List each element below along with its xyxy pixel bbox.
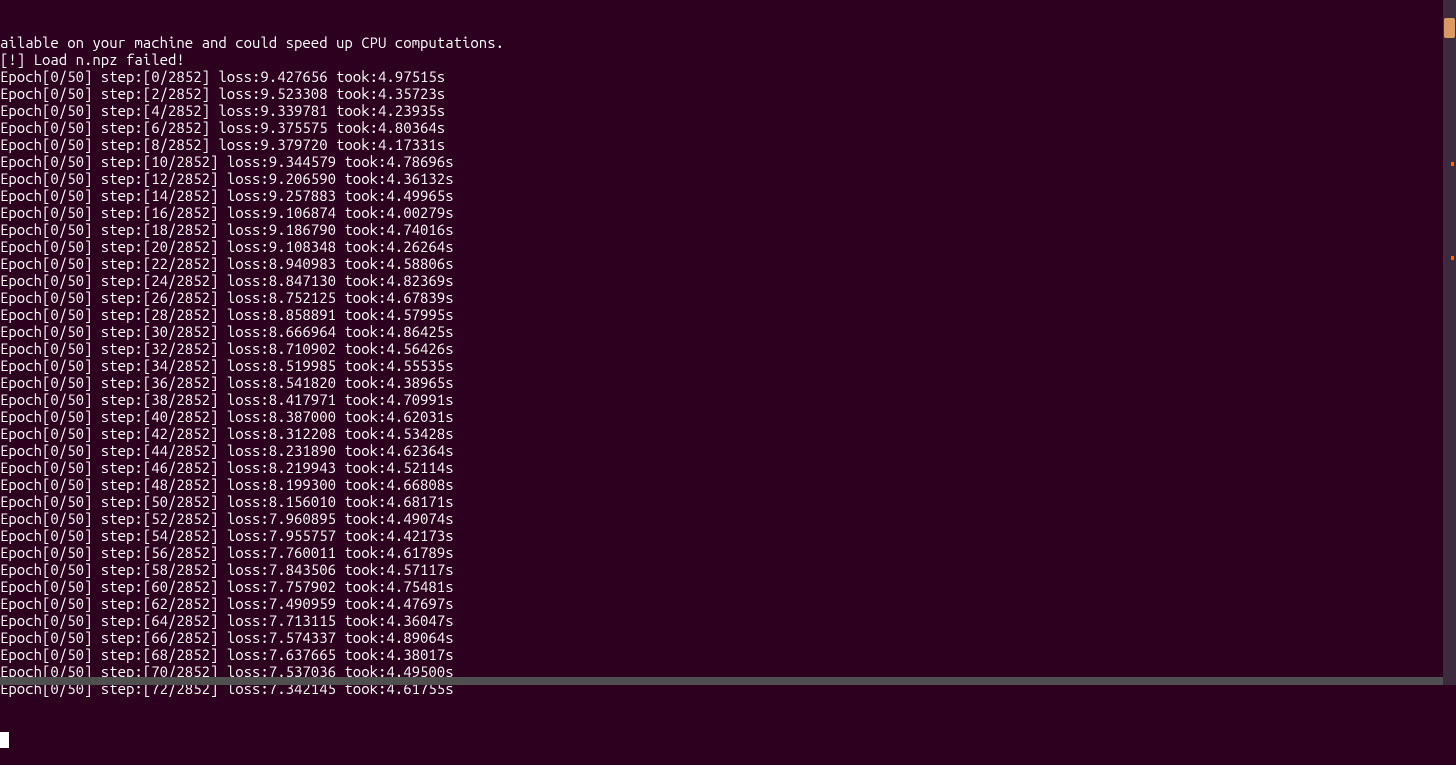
training-log-line: Epoch[0/50] step:[50/2852] loss:8.156010… <box>0 493 1456 510</box>
training-log-line: Epoch[0/50] step:[42/2852] loss:8.312208… <box>0 425 1456 442</box>
training-log-line: Epoch[0/50] step:[2/2852] loss:9.523308 … <box>0 85 1456 102</box>
training-log-line: Epoch[0/50] step:[0/2852] loss:9.427656 … <box>0 68 1456 85</box>
training-log-line: Epoch[0/50] step:[18/2852] loss:9.186790… <box>0 221 1456 238</box>
training-log-line: Epoch[0/50] step:[10/2852] loss:9.344579… <box>0 153 1456 170</box>
training-log-line: Epoch[0/50] step:[60/2852] loss:7.757902… <box>0 578 1456 595</box>
training-log-line: Epoch[0/50] step:[20/2852] loss:9.108348… <box>0 238 1456 255</box>
training-log-line: Epoch[0/50] step:[12/2852] loss:9.206590… <box>0 170 1456 187</box>
training-log-line: Epoch[0/50] step:[52/2852] loss:7.960895… <box>0 510 1456 527</box>
training-log-line: Epoch[0/50] step:[46/2852] loss:8.219943… <box>0 459 1456 476</box>
training-log-line: Epoch[0/50] step:[54/2852] loss:7.955757… <box>0 527 1456 544</box>
cursor-icon <box>0 732 9 748</box>
training-log-line: Epoch[0/50] step:[62/2852] loss:7.490959… <box>0 595 1456 612</box>
training-log-line: Epoch[0/50] step:[36/2852] loss:8.541820… <box>0 374 1456 391</box>
training-log-line: Epoch[0/50] step:[58/2852] loss:7.843506… <box>0 561 1456 578</box>
training-log-line: Epoch[0/50] step:[14/2852] loss:9.257883… <box>0 187 1456 204</box>
training-log-line: Epoch[0/50] step:[48/2852] loss:8.199300… <box>0 476 1456 493</box>
terminal-line: [!] Load n.npz failed! <box>0 51 1456 68</box>
training-log-line: Epoch[0/50] step:[30/2852] loss:8.666964… <box>0 323 1456 340</box>
training-log-line: Epoch[0/50] step:[24/2852] loss:8.847130… <box>0 272 1456 289</box>
scrollbar-track[interactable] <box>1443 0 1456 685</box>
training-log-line: Epoch[0/50] step:[68/2852] loss:7.637665… <box>0 646 1456 663</box>
training-log-line: Epoch[0/50] step:[16/2852] loss:9.106874… <box>0 204 1456 221</box>
training-log-line: Epoch[0/50] step:[40/2852] loss:8.387000… <box>0 408 1456 425</box>
sidebar-indicator-icon <box>1451 256 1454 260</box>
training-log-line: Epoch[0/50] step:[22/2852] loss:8.940983… <box>0 255 1456 272</box>
bottom-panel <box>0 677 1443 685</box>
training-log-line: Epoch[0/50] step:[66/2852] loss:7.574337… <box>0 629 1456 646</box>
training-log-line: Epoch[0/50] step:[4/2852] loss:9.339781 … <box>0 102 1456 119</box>
training-log-line: Epoch[0/50] step:[26/2852] loss:8.752125… <box>0 289 1456 306</box>
terminal-output[interactable]: ailable on your machine and could speed … <box>0 0 1456 765</box>
training-log-line: Epoch[0/50] step:[38/2852] loss:8.417971… <box>0 391 1456 408</box>
cursor-line <box>0 731 1456 748</box>
training-log-line: Epoch[0/50] step:[34/2852] loss:8.519985… <box>0 357 1456 374</box>
scrollbar-thumb[interactable] <box>1444 18 1455 38</box>
training-log-line: Epoch[0/50] step:[28/2852] loss:8.858891… <box>0 306 1456 323</box>
training-log-line: Epoch[0/50] step:[32/2852] loss:8.710902… <box>0 340 1456 357</box>
terminal-line: ailable on your machine and could speed … <box>0 34 1456 51</box>
training-log-line: Epoch[0/50] step:[8/2852] loss:9.379720 … <box>0 136 1456 153</box>
training-log-line: Epoch[0/50] step:[56/2852] loss:7.760011… <box>0 544 1456 561</box>
training-log-line: Epoch[0/50] step:[44/2852] loss:8.231890… <box>0 442 1456 459</box>
training-log-line: Epoch[0/50] step:[64/2852] loss:7.713115… <box>0 612 1456 629</box>
training-log-line: Epoch[0/50] step:[6/2852] loss:9.375575 … <box>0 119 1456 136</box>
sidebar-indicator-icon <box>1451 162 1454 166</box>
